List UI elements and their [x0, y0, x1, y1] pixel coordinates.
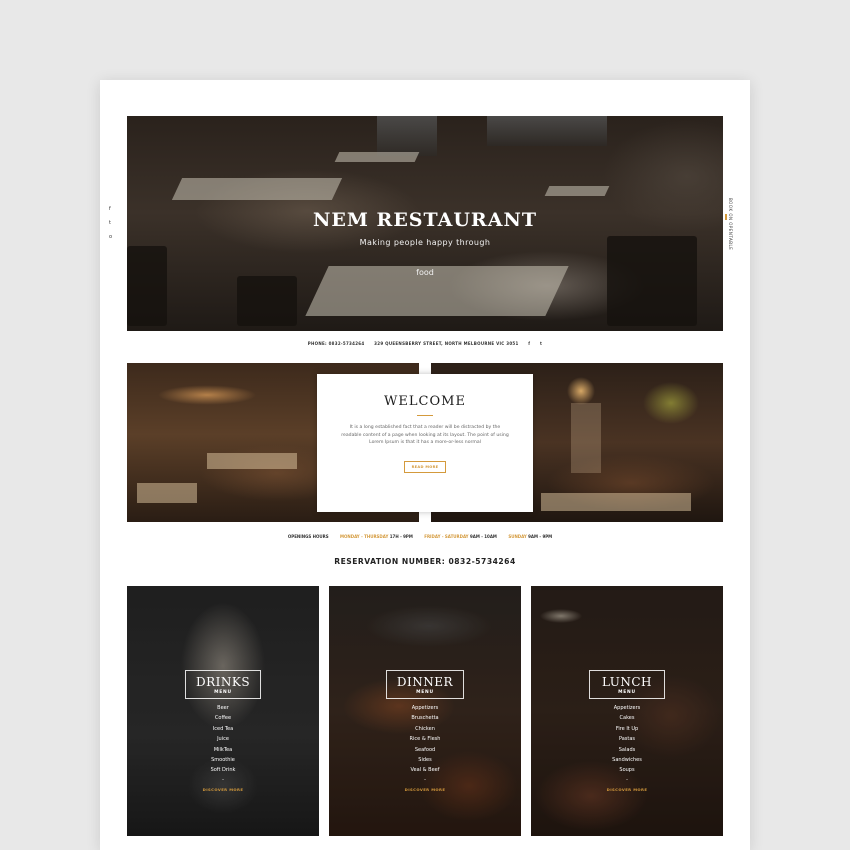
contact-phone[interactable]: PHONE: 0832-5734264	[308, 341, 365, 346]
menu-card-content: DRINKS MENU Beer Coffee Iced Tea Juice M…	[127, 670, 319, 792]
hero-table	[171, 178, 343, 200]
menu-item[interactable]: Pastas	[531, 734, 723, 744]
discover-more-link[interactable]: DISCOVER MORE	[329, 787, 521, 792]
hours-time: 9AM - 9PM	[528, 534, 553, 539]
menu-separator: -	[424, 776, 426, 783]
read-more-button[interactable]: READ MORE	[403, 460, 447, 473]
menu-item[interactable]: Chicken	[329, 724, 521, 734]
photo-detail	[571, 403, 601, 473]
instagram-icon[interactable]: o	[109, 234, 112, 240]
menu-item[interactable]: Juice	[127, 734, 319, 744]
menu-item[interactable]: MilkTea	[127, 745, 319, 755]
menu-subtitle: MENU	[214, 690, 232, 695]
hours-day: SUNDAY	[508, 534, 527, 539]
hero-chair	[607, 236, 697, 326]
welcome-title: WELCOME	[384, 394, 466, 409]
hero-table	[334, 152, 420, 162]
hero-banner: NEM RESTAURANT Making people happy throu…	[127, 116, 723, 331]
hero-chair	[237, 276, 297, 326]
menu-item[interactable]: Soups	[531, 765, 723, 775]
menu-item[interactable]: Cakes	[531, 713, 723, 723]
welcome-text: It is a long established fact that a rea…	[341, 425, 509, 445]
hours-label: OPENINGS HOURS	[287, 534, 329, 539]
photo-detail	[207, 453, 297, 469]
menu-item[interactable]: Salads	[531, 745, 723, 755]
menu-title: DRINKS	[195, 675, 251, 689]
facebook-icon[interactable]: f	[528, 341, 530, 346]
contact-bar: PHONE: 0832-5734264 329 QUEENSBERRY STRE…	[127, 341, 723, 346]
hero-subtitle: Making people happy through	[359, 238, 491, 247]
reservation-number[interactable]: RESERVATION NUMBER: 0832-5734264	[127, 557, 723, 566]
hero-window	[487, 116, 607, 146]
menu-card-lunch[interactable]: LUNCH MENU Appetizers Cakes Fire It Up P…	[531, 586, 723, 836]
menu-item[interactable]: Iced Tea	[127, 724, 319, 734]
menu-title: LUNCH	[601, 675, 653, 689]
accent-marker	[725, 214, 727, 220]
menu-items: Beer Coffee Iced Tea Juice MilkTea Smoot…	[127, 703, 319, 776]
menu-item[interactable]: Fire It Up	[531, 724, 723, 734]
menu-title-box: LUNCH MENU	[589, 670, 665, 699]
menu-item[interactable]: Soft Drink	[127, 765, 319, 775]
hero-table	[544, 186, 610, 196]
hours-day: FRIDAY - SATURDAY	[424, 534, 469, 539]
menu-item[interactable]: Sandwiches	[531, 755, 723, 765]
menu-item[interactable]: Coffee	[127, 713, 319, 723]
menu-items: Appetizers Bruschetta Chicken Rice & Fle…	[329, 703, 521, 776]
hours-time: 17H - 9PM	[389, 534, 413, 539]
menu-card-content: DINNER MENU Appetizers Bruschetta Chicke…	[329, 670, 521, 792]
photo-detail	[541, 493, 691, 511]
menu-item[interactable]: Rice & Flesh	[329, 734, 521, 744]
hero-window	[377, 116, 437, 156]
discover-more-link[interactable]: DISCOVER MORE	[531, 787, 723, 792]
opening-hours: OPENINGS HOURS MONDAY - THURSDAY 17H - 9…	[127, 534, 723, 539]
menu-title: DINNER	[396, 675, 454, 689]
opentable-label: BOOK ON OPENTABLE	[728, 198, 733, 251]
opentable-link[interactable]: BOOK ON OPENTABLE	[725, 198, 736, 258]
side-social-bar: f t o	[109, 206, 112, 240]
menu-card-content: LUNCH MENU Appetizers Cakes Fire It Up P…	[531, 670, 723, 792]
hero-chair	[127, 246, 167, 326]
title-divider	[417, 415, 433, 416]
menu-item[interactable]: Sides	[329, 755, 521, 765]
menu-separator: -	[626, 776, 628, 783]
contact-address: 329 QUEENSBERRY STREET, NORTH MELBOURNE …	[374, 341, 519, 346]
menu-item[interactable]: Appetizers	[329, 703, 521, 713]
menu-item[interactable]: Seafood	[329, 745, 521, 755]
menu-item[interactable]: Smoothie	[127, 755, 319, 765]
menu-item[interactable]: Appetizers	[531, 703, 723, 713]
menu-item[interactable]: Bruschetta	[329, 713, 521, 723]
welcome-card: WELCOME It is a long established fact th…	[317, 374, 533, 512]
menu-card-dinner[interactable]: DINNER MENU Appetizers Bruschetta Chicke…	[329, 586, 521, 836]
hours-day: MONDAY - THURSDAY	[340, 534, 389, 539]
menu-item[interactable]: Veal & Beef	[329, 765, 521, 775]
hero-subtitle-2: food	[416, 268, 434, 277]
hero-title: NEM RESTAURANT	[313, 209, 537, 231]
menu-separator: -	[222, 776, 224, 783]
menu-items: Appetizers Cakes Fire It Up Pastas Salad…	[531, 703, 723, 776]
menu-title-box: DRINKS MENU	[184, 670, 262, 699]
twitter-icon[interactable]: t	[109, 220, 112, 226]
menu-subtitle: MENU	[416, 690, 434, 695]
menu-item[interactable]: Beer	[127, 703, 319, 713]
hours-time: 9AM - 10AM	[469, 534, 497, 539]
menu-title-box: DINNER MENU	[385, 670, 465, 699]
twitter-icon[interactable]: t	[540, 341, 542, 346]
photo-detail	[137, 483, 197, 503]
facebook-icon[interactable]: f	[109, 206, 112, 212]
menu-subtitle: MENU	[618, 690, 636, 695]
page-sheet: f t o BOOK ON OPENTABLE NEM RESTAURANT M…	[100, 80, 750, 850]
menu-card-drinks[interactable]: DRINKS MENU Beer Coffee Iced Tea Juice M…	[127, 586, 319, 836]
discover-more-link[interactable]: DISCOVER MORE	[127, 787, 319, 792]
